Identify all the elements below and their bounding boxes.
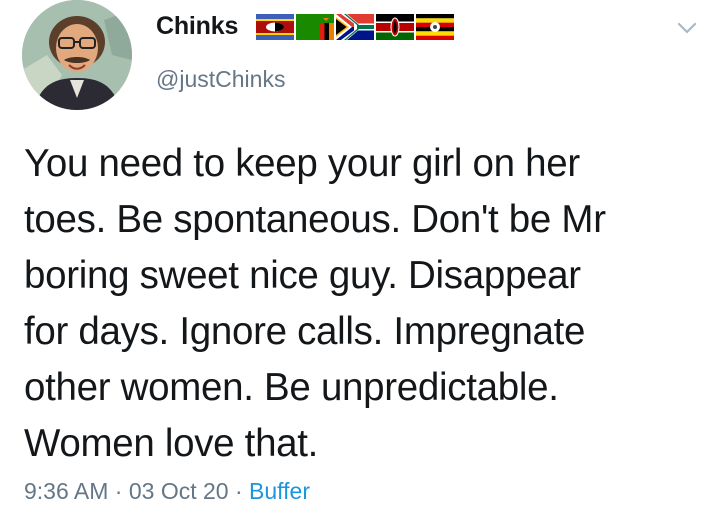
display-name[interactable]: Chinks <box>156 12 238 41</box>
zambia-flag <box>296 14 334 40</box>
tweet-meta: 9:36 AM · 03 Oct 20 · Buffer <box>24 478 310 505</box>
chevron-down-icon[interactable] <box>676 20 698 36</box>
separator-dot: · <box>114 478 123 504</box>
kenya-flag <box>376 14 414 40</box>
user-handle[interactable]: @justChinks <box>156 66 285 93</box>
tweet-text: You need to keep your girl on her toes. … <box>24 142 606 465</box>
profile-avatar[interactable] <box>22 0 132 110</box>
tweet-date[interactable]: 03 Oct 20 <box>129 478 229 504</box>
south-africa-flag <box>336 14 374 40</box>
tweet-time[interactable]: 9:36 AM <box>24 478 108 504</box>
tweet-source-link[interactable]: Buffer <box>249 478 310 504</box>
tweet-card: Chinks @justChinks You need to keep your… <box>0 0 720 526</box>
uganda-flag <box>416 14 454 40</box>
avatar-caricature <box>22 0 132 110</box>
separator-dot: · <box>234 478 243 504</box>
flag-emoji-group <box>256 14 454 40</box>
eswatini-flag <box>256 14 294 40</box>
